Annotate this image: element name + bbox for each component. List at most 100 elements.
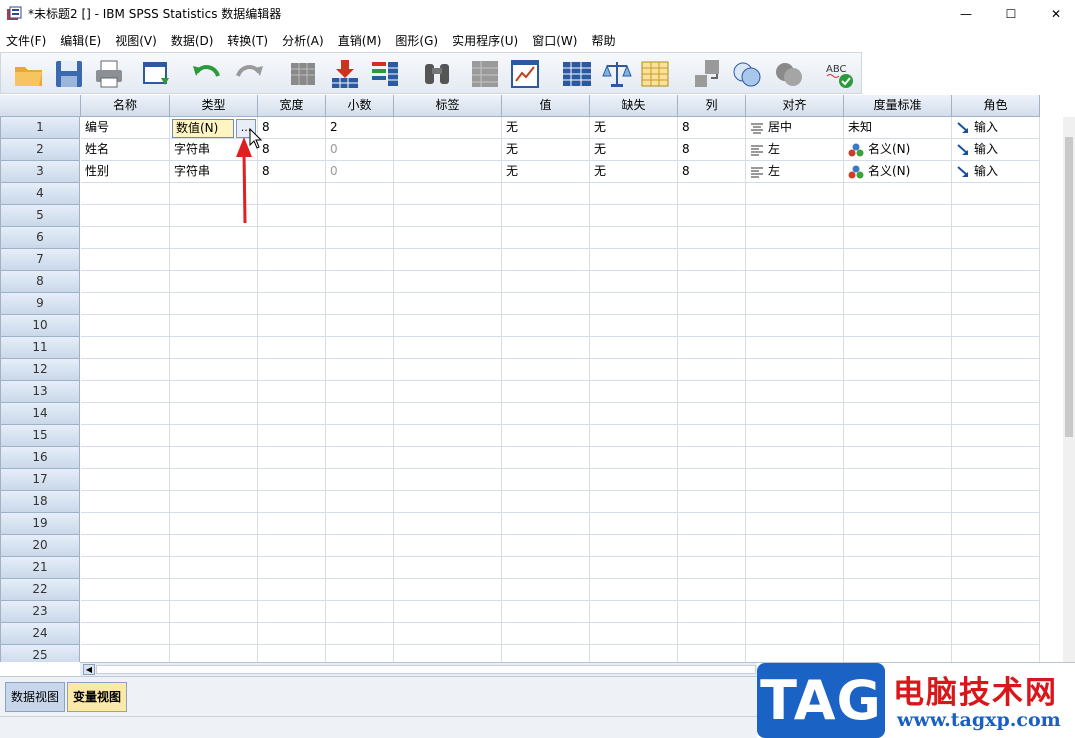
empty-cell[interactable] <box>394 403 502 425</box>
empty-cell[interactable] <box>844 227 952 249</box>
empty-cell[interactable] <box>590 469 678 491</box>
empty-cell[interactable] <box>326 249 394 271</box>
empty-cell[interactable] <box>678 447 746 469</box>
row-number[interactable]: 9 <box>0 293 80 315</box>
empty-cell[interactable] <box>746 645 844 662</box>
empty-cell[interactable] <box>502 491 590 513</box>
empty-cell[interactable] <box>170 623 258 645</box>
vertical-scrollbar[interactable] <box>1063 117 1075 662</box>
empty-cell[interactable] <box>81 337 170 359</box>
header-align[interactable]: 对齐 <box>746 95 844 117</box>
empty-cell[interactable] <box>81 601 170 623</box>
empty-cell[interactable] <box>81 249 170 271</box>
cell-name[interactable]: 性别 <box>81 161 170 183</box>
empty-cell[interactable] <box>502 535 590 557</box>
empty-cell[interactable] <box>952 601 1040 623</box>
empty-cell[interactable] <box>844 315 952 337</box>
empty-cell[interactable] <box>170 381 258 403</box>
empty-cell[interactable] <box>590 271 678 293</box>
empty-cell[interactable] <box>746 491 844 513</box>
empty-cell[interactable] <box>590 337 678 359</box>
empty-cell[interactable] <box>394 557 502 579</box>
empty-cell[interactable] <box>502 337 590 359</box>
empty-cell[interactable] <box>952 293 1040 315</box>
empty-cell[interactable] <box>258 183 326 205</box>
empty-cell[interactable] <box>590 579 678 601</box>
empty-cell[interactable] <box>394 337 502 359</box>
row-number[interactable]: 16 <box>0 447 80 469</box>
empty-cell[interactable] <box>746 469 844 491</box>
find-icon[interactable] <box>421 58 453 90</box>
empty-cell[interactable] <box>502 623 590 645</box>
empty-cell[interactable] <box>81 557 170 579</box>
row-number[interactable]: 3 <box>0 161 80 183</box>
empty-cell[interactable] <box>502 447 590 469</box>
empty-cell[interactable] <box>746 403 844 425</box>
row-number[interactable]: 14 <box>0 403 80 425</box>
empty-cell[interactable] <box>394 623 502 645</box>
empty-cell[interactable] <box>590 183 678 205</box>
use-sets-icon[interactable] <box>731 58 763 90</box>
empty-cell[interactable] <box>258 381 326 403</box>
empty-cell[interactable] <box>258 491 326 513</box>
empty-cell[interactable] <box>258 403 326 425</box>
empty-cell[interactable] <box>590 249 678 271</box>
empty-cell[interactable] <box>952 645 1040 662</box>
empty-cell[interactable] <box>258 513 326 535</box>
row-number[interactable]: 18 <box>0 491 80 513</box>
empty-cell[interactable] <box>590 425 678 447</box>
empty-cell[interactable] <box>590 601 678 623</box>
empty-cell[interactable] <box>326 359 394 381</box>
empty-cell[interactable] <box>590 535 678 557</box>
empty-cell[interactable] <box>678 337 746 359</box>
empty-cell[interactable] <box>590 315 678 337</box>
cell-measure[interactable]: 未知 <box>844 117 952 139</box>
header-columns[interactable]: 列 <box>678 95 746 117</box>
empty-cell[interactable] <box>590 557 678 579</box>
cell-label[interactable] <box>394 117 502 139</box>
empty-cell[interactable] <box>844 535 952 557</box>
empty-cell[interactable] <box>746 315 844 337</box>
maximize-button[interactable]: ☐ <box>988 0 1034 28</box>
empty-cell[interactable] <box>258 271 326 293</box>
menu-direct-marketing[interactable]: 直销(M) <box>338 32 382 49</box>
empty-cell[interactable] <box>394 513 502 535</box>
empty-cell[interactable] <box>81 293 170 315</box>
cell-width[interactable]: 8 <box>258 117 326 139</box>
empty-cell[interactable] <box>844 447 952 469</box>
empty-cell[interactable] <box>326 315 394 337</box>
empty-cell[interactable] <box>394 645 502 662</box>
row-number[interactable]: 17 <box>0 469 80 491</box>
empty-cell[interactable] <box>258 205 326 227</box>
empty-cell[interactable] <box>746 337 844 359</box>
empty-cell[interactable] <box>81 491 170 513</box>
menu-view[interactable]: 视图(V) <box>115 32 157 49</box>
empty-cell[interactable] <box>502 601 590 623</box>
empty-cell[interactable] <box>394 535 502 557</box>
insert-variable-icon[interactable] <box>509 58 541 90</box>
empty-cell[interactable] <box>746 183 844 205</box>
undo-icon[interactable] <box>191 58 223 90</box>
empty-cell[interactable] <box>81 645 170 662</box>
minimize-button[interactable]: — <box>943 0 989 28</box>
empty-cell[interactable] <box>170 513 258 535</box>
empty-cell[interactable] <box>678 315 746 337</box>
cell-label[interactable] <box>394 139 502 161</box>
header-name[interactable]: 名称 <box>81 95 170 117</box>
empty-cell[interactable] <box>502 469 590 491</box>
empty-cell[interactable] <box>258 359 326 381</box>
empty-cell[interactable] <box>952 315 1040 337</box>
empty-cell[interactable] <box>952 249 1040 271</box>
row-number[interactable]: 12 <box>0 359 80 381</box>
vertical-scroll-thumb[interactable] <box>1065 137 1073 437</box>
redo-icon[interactable] <box>233 58 265 90</box>
empty-cell[interactable] <box>170 227 258 249</box>
empty-cell[interactable] <box>590 403 678 425</box>
empty-cell[interactable] <box>678 271 746 293</box>
row-number[interactable]: 23 <box>0 601 80 623</box>
empty-cell[interactable] <box>326 601 394 623</box>
empty-cell[interactable] <box>590 623 678 645</box>
empty-cell[interactable] <box>678 513 746 535</box>
header-type[interactable]: 类型 <box>170 95 258 117</box>
empty-cell[interactable] <box>502 293 590 315</box>
